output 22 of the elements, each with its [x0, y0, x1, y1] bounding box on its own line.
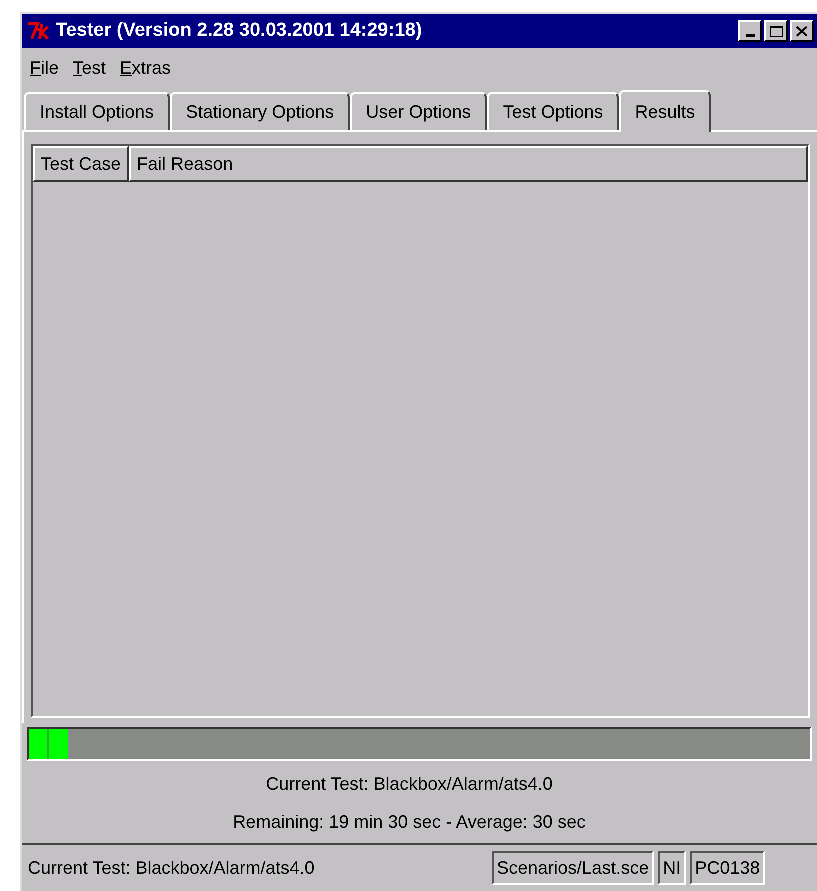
tab[interactable]: User Options	[350, 92, 488, 130]
app-logo-icon	[26, 21, 52, 41]
column-header[interactable]: Test Case	[33, 146, 130, 182]
status-field: PC0138	[690, 851, 766, 885]
tab[interactable]: Test Options	[487, 92, 620, 130]
column-header[interactable]: Fail Reason	[129, 146, 808, 182]
tab[interactable]: Stationary Options	[170, 92, 350, 130]
maximize-button[interactable]	[764, 20, 788, 42]
status-text: Current Test: Blackbox/Alarm/ats4.0	[266, 773, 553, 796]
close-icon	[796, 26, 808, 36]
window-title: Tester (Version 2.28 30.03.2001 14:29:18)	[56, 18, 422, 43]
close-button[interactable]	[790, 20, 814, 42]
status-field: NI	[658, 851, 686, 885]
status-message: Current Test: Blackbox/Alarm/ats4.0	[28, 856, 316, 880]
tab[interactable]: Install Options	[24, 92, 170, 130]
tab[interactable]: Results	[619, 90, 712, 132]
menu-item[interactable]: Extras	[120, 54, 172, 82]
status-text: Remaining: 19 min 30 sec - Average: 30 sec	[233, 811, 586, 834]
minimize-button[interactable]	[738, 20, 762, 42]
menu-item[interactable]: File	[30, 54, 60, 82]
status-field: Scenarios/Last.sce	[492, 851, 654, 885]
menu-item[interactable]: Test	[73, 54, 106, 82]
